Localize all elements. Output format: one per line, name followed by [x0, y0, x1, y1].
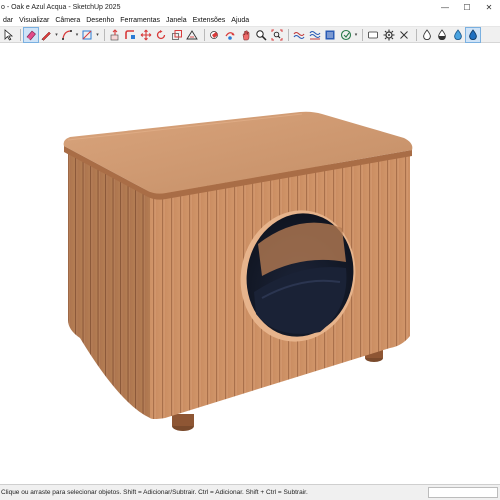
- rectangle-icon[interactable]: [80, 28, 94, 42]
- menu-ferramentas[interactable]: Ferramentas: [117, 17, 163, 24]
- status-hint-text: Clique ou arraste para selecionar objeto…: [1, 489, 308, 496]
- rotate-icon[interactable]: [154, 28, 168, 42]
- eraser-icon[interactable]: [22, 26, 39, 43]
- toolbar-separator: [203, 28, 205, 41]
- maximize-button[interactable]: ☐: [456, 0, 478, 14]
- menu-ajuda[interactable]: Ajuda: [228, 17, 252, 24]
- warehouse-icon[interactable]: [292, 28, 306, 42]
- section-plane-icon[interactable]: [366, 28, 380, 42]
- title-bar: o - Oak e Azul Acqua - SketchUp 2025 — ☐…: [0, 0, 500, 14]
- extension-warehouse-icon[interactable]: [308, 28, 322, 42]
- pan-icon[interactable]: [239, 28, 253, 42]
- pencil-line-icon[interactable]: [39, 28, 53, 42]
- arc-icon[interactable]: [60, 28, 74, 42]
- menu-extensoes[interactable]: Extensões: [190, 17, 229, 24]
- move-icon[interactable]: [139, 28, 153, 42]
- window-controls: — ☐ ✕: [434, 0, 500, 14]
- menu-visualizar[interactable]: Visualizar: [16, 17, 52, 24]
- rectangle-dropdown-icon[interactable]: ▾: [96, 28, 100, 42]
- pet-house-model: [63, 111, 413, 431]
- arc-dropdown-icon[interactable]: ▾: [75, 28, 79, 42]
- status-bar: Clique ou arraste para selecionar objeto…: [0, 484, 500, 500]
- drop-blue-icon[interactable]: [451, 28, 465, 42]
- drop-outline-icon[interactable]: [420, 28, 434, 42]
- toolbar-separator: [415, 28, 417, 41]
- orbit-icon[interactable]: [223, 28, 237, 42]
- menu-janela[interactable]: Janela: [163, 17, 190, 24]
- follow-me-icon[interactable]: [123, 28, 137, 42]
- menu-desenho[interactable]: Desenho: [83, 17, 117, 24]
- select-arrow-icon[interactable]: [1, 28, 15, 42]
- menu-draw-partial[interactable]: dar: [0, 17, 16, 24]
- toolbar-separator: [103, 28, 105, 41]
- window-title: o - Oak e Azul Acqua - SketchUp 2025: [1, 3, 121, 11]
- menu-camera[interactable]: Câmera: [52, 17, 83, 24]
- toolbar-separator: [19, 28, 21, 41]
- drop-active-icon[interactable]: [465, 26, 481, 43]
- tape-measure-icon[interactable]: [185, 28, 199, 42]
- sketchup-window: o - Oak e Azul Acqua - SketchUp 2025 — ☐…: [0, 0, 500, 500]
- layout-icon[interactable]: [323, 28, 337, 42]
- measurements-box[interactable]: [428, 487, 498, 498]
- toolbar-separator: [362, 28, 363, 41]
- model-viewport[interactable]: [0, 44, 500, 484]
- close-button[interactable]: ✕: [478, 0, 500, 14]
- main-toolbar: ▾ ▾ ▾ ▾: [0, 26, 500, 43]
- gear-icon[interactable]: [382, 28, 396, 42]
- zoom-extents-icon[interactable]: [270, 28, 284, 42]
- minimize-button[interactable]: —: [434, 0, 456, 14]
- toolbar-separator: [288, 28, 289, 41]
- menu-bar: dar Visualizar Câmera Desenho Ferramenta…: [0, 14, 500, 26]
- push-pull-icon[interactable]: [108, 28, 122, 42]
- extension-manager-icon[interactable]: [339, 28, 353, 42]
- zoom-icon[interactable]: [254, 28, 268, 42]
- extension-manager-dropdown-icon[interactable]: ▾: [354, 28, 358, 42]
- scale-icon[interactable]: [170, 28, 184, 42]
- paint-bucket-icon[interactable]: [208, 28, 222, 42]
- drop-half-icon[interactable]: [435, 28, 449, 42]
- close-x-icon[interactable]: [397, 28, 411, 42]
- pencil-dropdown-icon[interactable]: ▾: [55, 28, 59, 42]
